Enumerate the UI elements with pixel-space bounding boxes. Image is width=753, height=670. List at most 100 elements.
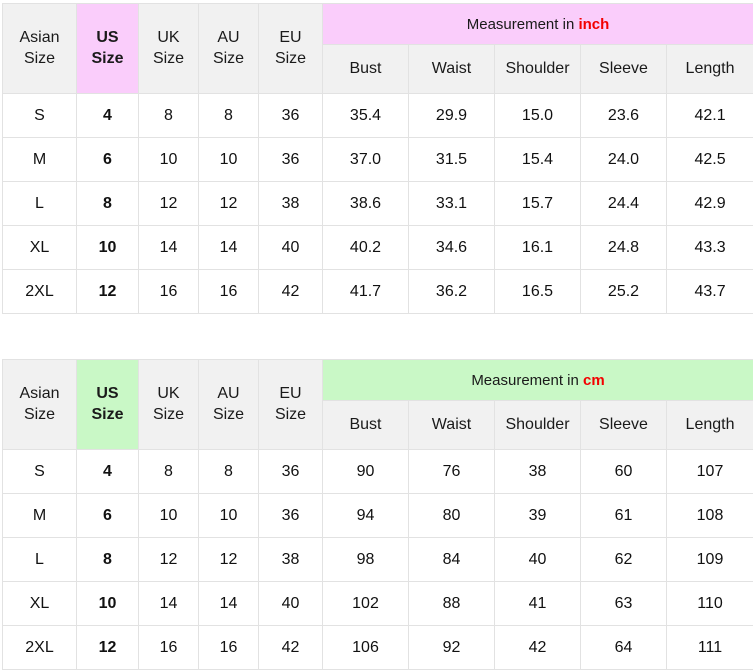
header-waist: Waist [409, 401, 495, 450]
header-eu-size-line1: EU [259, 384, 322, 404]
cell-length: 42.9 [667, 182, 753, 226]
cell-au-size: 10 [199, 138, 259, 182]
cell-bust: 98 [323, 538, 409, 582]
cell-uk-size: 16 [139, 270, 199, 314]
table-row: M 6 10 10 36 37.0 31.5 15.4 24.0 42.5 [3, 138, 753, 182]
header-sleeve: Sleeve [581, 401, 667, 450]
header-row-primary: Asian Size US Size UK Size AU Size EU [3, 4, 753, 45]
cell-sleeve: 64 [581, 626, 667, 670]
header-row-primary: Asian Size US Size UK Size AU Size EU [3, 360, 753, 401]
cell-eu-size: 36 [259, 138, 323, 182]
cell-sleeve: 61 [581, 494, 667, 538]
header-uk-size: UK Size [139, 360, 199, 450]
cell-shoulder: 15.7 [495, 182, 581, 226]
header-waist: Waist [409, 45, 495, 94]
header-au-size: AU Size [199, 360, 259, 450]
cell-bust: 102 [323, 582, 409, 626]
cell-au-size: 14 [199, 582, 259, 626]
cell-shoulder: 40 [495, 538, 581, 582]
header-us-size-line1: US [77, 28, 138, 48]
cell-length: 109 [667, 538, 753, 582]
cell-asian-size: 2XL [3, 270, 77, 314]
cell-waist: 76 [409, 450, 495, 494]
cell-us-size: 10 [77, 582, 139, 626]
cell-au-size: 10 [199, 494, 259, 538]
cell-au-size: 8 [199, 450, 259, 494]
cell-shoulder: 16.1 [495, 226, 581, 270]
cell-length: 42.5 [667, 138, 753, 182]
table-row: 2XL 12 16 16 42 106 92 42 64 111 [3, 626, 753, 670]
cell-au-size: 16 [199, 626, 259, 670]
cell-uk-size: 8 [139, 94, 199, 138]
cell-au-size: 8 [199, 94, 259, 138]
cell-length: 108 [667, 494, 753, 538]
cell-uk-size: 10 [139, 494, 199, 538]
cell-waist: 80 [409, 494, 495, 538]
cell-asian-size: XL [3, 582, 77, 626]
header-uk-size-line2: Size [139, 49, 198, 69]
header-eu-size: EU Size [259, 360, 323, 450]
cell-waist: 84 [409, 538, 495, 582]
cell-length: 107 [667, 450, 753, 494]
cell-bust: 94 [323, 494, 409, 538]
cell-waist: 33.1 [409, 182, 495, 226]
cell-shoulder: 42 [495, 626, 581, 670]
header-length: Length [667, 401, 753, 450]
cell-bust: 35.4 [323, 94, 409, 138]
cell-uk-size: 12 [139, 538, 199, 582]
table-row: XL 10 14 14 40 40.2 34.6 16.1 24.8 43.3 [3, 226, 753, 270]
cell-eu-size: 36 [259, 94, 323, 138]
cell-uk-size: 16 [139, 626, 199, 670]
cell-length: 42.1 [667, 94, 753, 138]
table-row: S 4 8 8 36 90 76 38 60 107 [3, 450, 753, 494]
table-row: XL 10 14 14 40 102 88 41 63 110 [3, 582, 753, 626]
header-us-size-line2: Size [77, 405, 138, 425]
header-sleeve: Sleeve [581, 45, 667, 94]
header-asian-size-line2: Size [3, 49, 76, 69]
banner-unit-label: inch [578, 16, 609, 33]
table-separator-gap [2, 314, 751, 359]
cell-uk-size: 8 [139, 450, 199, 494]
table-head: Asian Size US Size UK Size AU Size EU [3, 4, 753, 94]
cell-us-size: 4 [77, 450, 139, 494]
cell-bust: 37.0 [323, 138, 409, 182]
cell-shoulder: 16.5 [495, 270, 581, 314]
header-eu-size-line1: EU [259, 28, 322, 48]
cell-uk-size: 14 [139, 582, 199, 626]
header-asian-size: Asian Size [3, 360, 77, 450]
cell-sleeve: 62 [581, 538, 667, 582]
cell-us-size: 6 [77, 138, 139, 182]
cell-sleeve: 24.8 [581, 226, 667, 270]
header-eu-size-line2: Size [259, 405, 322, 425]
cell-eu-size: 40 [259, 226, 323, 270]
cell-eu-size: 36 [259, 450, 323, 494]
cell-shoulder: 15.0 [495, 94, 581, 138]
cell-waist: 36.2 [409, 270, 495, 314]
cell-us-size: 10 [77, 226, 139, 270]
cell-au-size: 12 [199, 182, 259, 226]
cell-au-size: 14 [199, 226, 259, 270]
cell-waist: 92 [409, 626, 495, 670]
cell-shoulder: 41 [495, 582, 581, 626]
cell-us-size: 8 [77, 538, 139, 582]
cell-us-size: 12 [77, 626, 139, 670]
header-au-size: AU Size [199, 4, 259, 94]
cell-bust: 40.2 [323, 226, 409, 270]
cell-sleeve: 24.4 [581, 182, 667, 226]
cell-bust: 41.7 [323, 270, 409, 314]
header-au-size-line1: AU [199, 28, 258, 48]
header-uk-size-line1: UK [139, 28, 198, 48]
header-asian-size-line2: Size [3, 405, 76, 425]
measurement-unit-banner-cm: Measurement in cm [323, 360, 753, 401]
header-us-size: US Size [77, 4, 139, 94]
cell-eu-size: 42 [259, 270, 323, 314]
table-row: 2XL 12 16 16 42 41.7 36.2 16.5 25.2 43.7 [3, 270, 753, 314]
table-body: S 4 8 8 36 90 76 38 60 107 M 6 10 10 36 … [3, 450, 753, 670]
cell-length: 43.7 [667, 270, 753, 314]
header-shoulder: Shoulder [495, 45, 581, 94]
cell-waist: 29.9 [409, 94, 495, 138]
cell-asian-size: L [3, 182, 77, 226]
cell-uk-size: 14 [139, 226, 199, 270]
header-au-size-line1: AU [199, 384, 258, 404]
cell-waist: 88 [409, 582, 495, 626]
